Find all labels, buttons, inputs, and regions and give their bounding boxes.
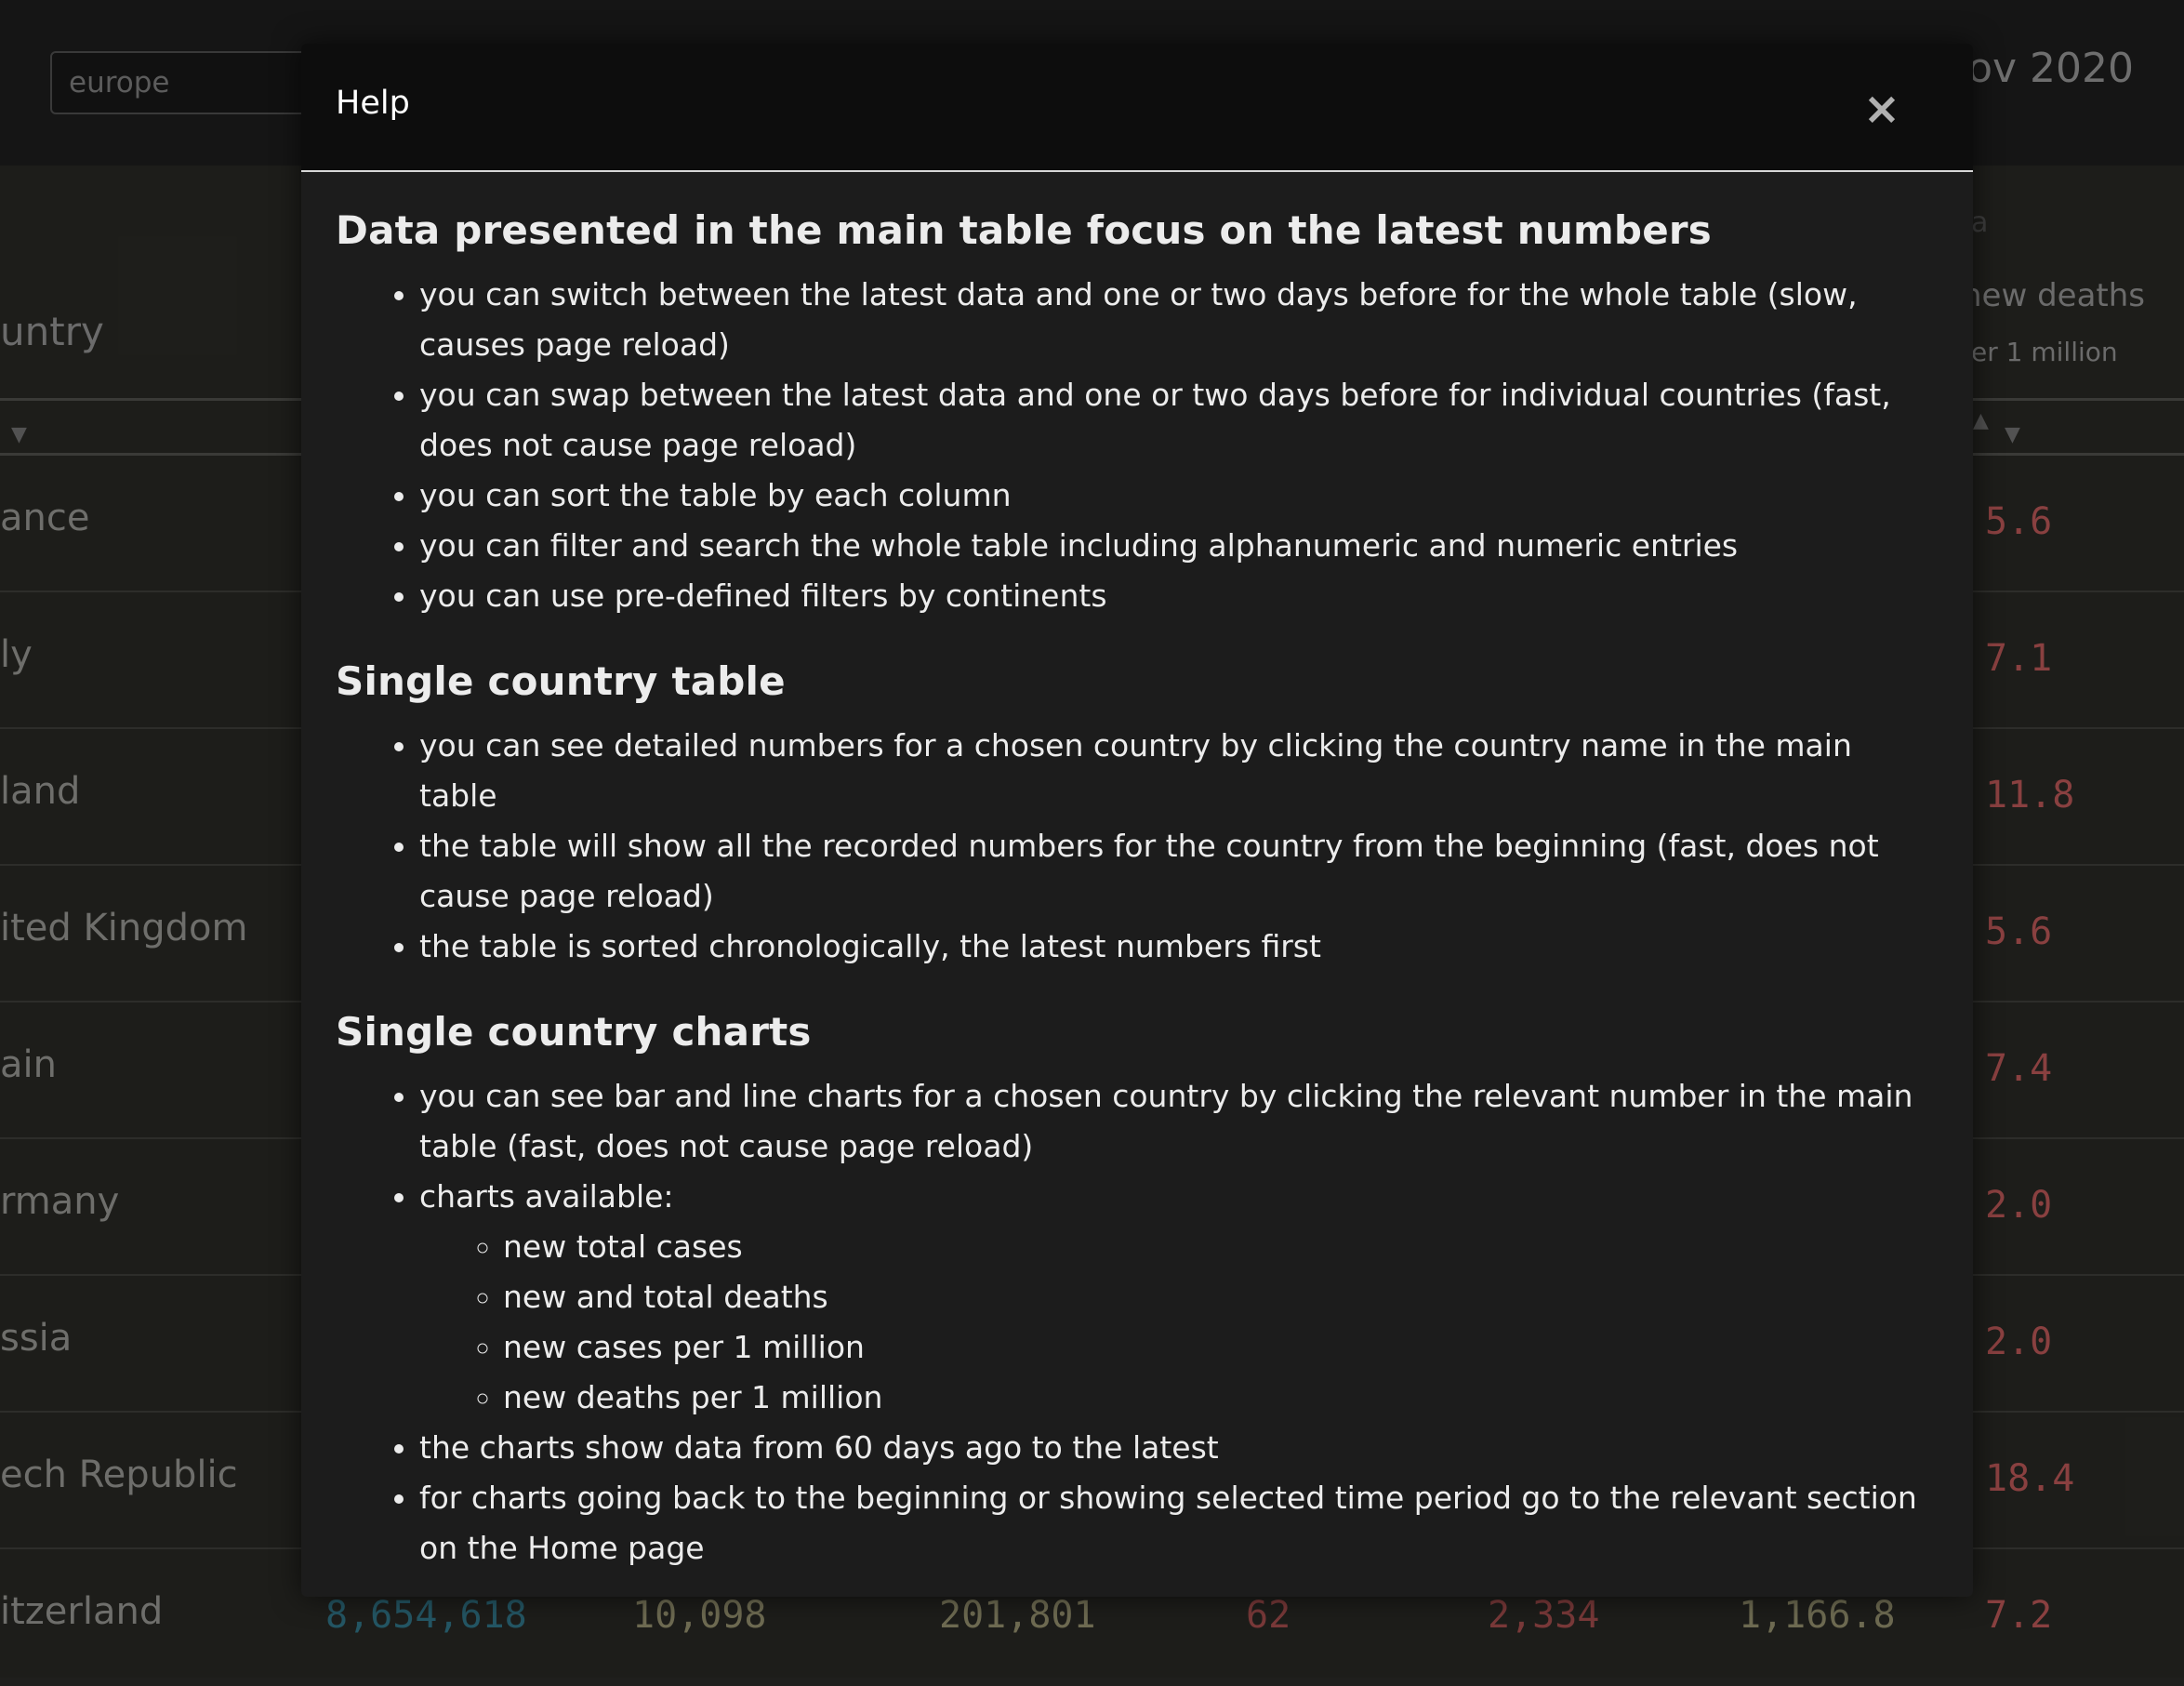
section-heading-single-country-table: Single country table [336, 658, 786, 704]
main-table-list: you can switch between the latest data a… [336, 270, 1939, 621]
modal-header: Help × [301, 44, 1973, 172]
list-item: you can filter and search the whole tabl… [419, 521, 1939, 571]
sub-list-item: new total cases [503, 1222, 1939, 1272]
list-item: the table is sorted chronologically, the… [419, 922, 1939, 972]
list-item: you can see bar and line charts for a ch… [419, 1071, 1939, 1172]
single-country-table-list: you can see detailed numbers for a chose… [336, 721, 1939, 972]
list-item: the charts show data from 60 days ago to… [419, 1423, 1939, 1473]
list-item: you can see detailed numbers for a chose… [419, 721, 1939, 821]
close-icon[interactable]: × [1854, 81, 1910, 137]
modal-body: Data presented in the main table focus o… [301, 172, 1973, 1573]
modal-title: Help [336, 85, 410, 122]
section-heading-single-country-charts: Single country charts [336, 1009, 812, 1055]
sub-list-item: new and total deaths [503, 1272, 1939, 1322]
list-item: you can swap between the latest data and… [419, 370, 1939, 471]
section-heading-main-table: Data presented in the main table focus o… [336, 207, 1712, 253]
list-item: you can use pre-defined filters by conti… [419, 571, 1939, 621]
help-modal: Help × Data presented in the main table … [301, 44, 1973, 1597]
sub-list-item: new deaths per 1 million [503, 1373, 1939, 1423]
list-item-charts-available: charts available: new total cases new an… [419, 1172, 1939, 1423]
list-item: for charts going back to the beginning o… [419, 1473, 1939, 1573]
list-item-label: charts available: [419, 1178, 674, 1215]
list-item: you can sort the table by each column [419, 471, 1939, 521]
list-item: you can switch between the latest data a… [419, 270, 1939, 370]
list-item: the table will show all the recorded num… [419, 821, 1939, 922]
sub-list-item: new cases per 1 million [503, 1322, 1939, 1373]
charts-available-list: new total cases new and total deaths new… [419, 1222, 1939, 1423]
single-country-charts-list: you can see bar and line charts for a ch… [336, 1071, 1939, 1573]
